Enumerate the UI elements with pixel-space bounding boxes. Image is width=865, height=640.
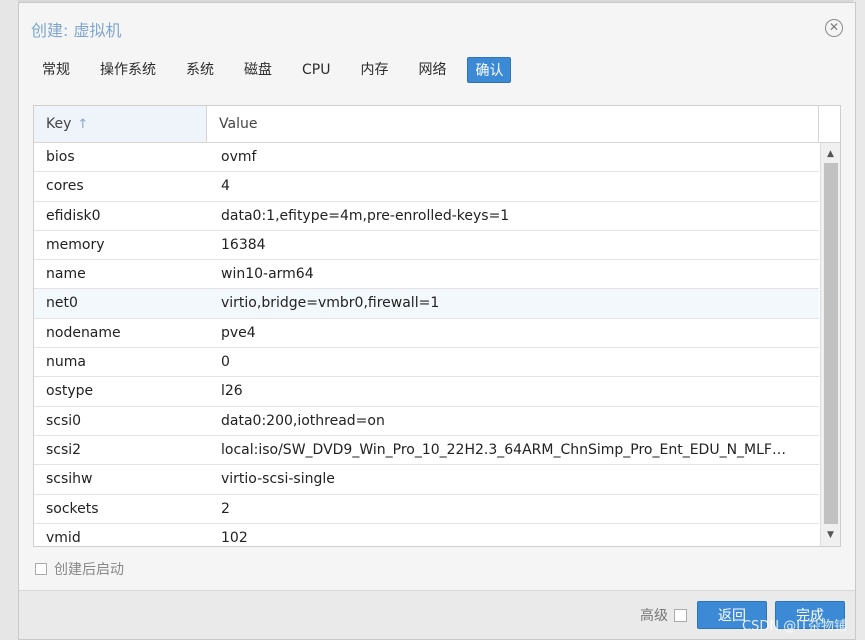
autostart-option[interactable]: 创建后启动	[35, 559, 124, 579]
table-row[interactable]: numa 0	[34, 348, 819, 378]
create-vm-dialog: 创建: 虚拟机 ✕ 常规 操作系统 系统 磁盘 CPU 内存 网络 确认 Key…	[18, 2, 856, 640]
row-value: ovmf	[221, 149, 257, 165]
row-key: scsi2	[46, 441, 82, 458]
wizard-tabs: 常规 操作系统 系统 磁盘 CPU 内存 网络 确认	[33, 57, 523, 83]
background-left	[0, 0, 18, 640]
tab-os[interactable]: 操作系统	[91, 57, 165, 83]
table-row[interactable]: nodename pve4	[34, 319, 819, 349]
table-row[interactable]: scsi0 data0:200,iothread=on	[34, 407, 819, 436]
scroll-up-arrow-icon[interactable]: ▲	[821, 147, 840, 161]
tab-memory[interactable]: 内存	[351, 57, 397, 83]
row-value: 16384	[221, 236, 266, 253]
table-row[interactable]: scsihw virtio-scsi-single	[34, 465, 819, 495]
column-header-key[interactable]: Key ↑	[34, 106, 207, 142]
row-key: name	[46, 266, 86, 283]
tab-cpu[interactable]: CPU	[293, 57, 339, 83]
table-row[interactable]: sockets 2	[34, 495, 819, 524]
dialog-titlebar: 创建: 虚拟机 ✕	[19, 3, 855, 51]
scroll-down-arrow-icon[interactable]: ▼	[821, 528, 840, 542]
row-value: win10-arm64	[221, 266, 314, 283]
watermark: CSDN @IT杂物铺	[742, 619, 847, 634]
tab-network[interactable]: 网络	[409, 57, 455, 83]
table-row[interactable]: vmid 102	[34, 524, 819, 546]
row-key: efidisk0	[46, 207, 101, 224]
row-key: numa	[46, 354, 86, 371]
table-row[interactable]: ostype l26	[34, 377, 819, 407]
table-row[interactable]: memory 16384	[34, 231, 819, 261]
row-value: l26	[221, 383, 243, 400]
tab-disks[interactable]: 磁盘	[235, 57, 281, 83]
grid-scrollbar[interactable]: ▲ ▼	[820, 143, 840, 546]
row-value: 2	[221, 500, 230, 517]
advanced-label: 高级	[640, 608, 668, 624]
row-key: vmid	[46, 529, 81, 546]
grid-rows: bios ovmf cores 4 efidisk0 data0:1,efitype=…	[34, 143, 819, 546]
row-value: data0:1,efitype=4m,pre-enrolled-keys=1	[221, 207, 510, 224]
table-row[interactable]: name win10-arm64	[34, 260, 819, 290]
grid-header: Key ↑ Value	[34, 106, 840, 143]
table-row[interactable]: bios ovmf	[34, 143, 819, 173]
row-value: 0	[221, 354, 230, 371]
row-key: net0	[46, 295, 78, 312]
row-key: sockets	[46, 500, 99, 517]
column-header-key-label: Key	[46, 116, 72, 132]
row-value: pve4	[221, 324, 256, 341]
advanced-option[interactable]: 高级	[640, 605, 687, 625]
row-key: bios	[46, 149, 75, 165]
table-row[interactable]: net0 virtio,bridge=vmbr0,firewall=1	[34, 289, 819, 319]
row-value: virtio,bridge=vmbr0,firewall=1	[221, 295, 440, 312]
row-key: scsi0	[46, 412, 82, 429]
advanced-checkbox[interactable]	[674, 608, 687, 622]
autostart-label: 创建后启动	[54, 562, 124, 578]
row-key: memory	[46, 236, 105, 253]
row-value: data0:200,iothread=on	[221, 412, 385, 429]
row-value: 102	[221, 529, 248, 546]
tab-system[interactable]: 系统	[177, 57, 223, 83]
row-key: cores	[46, 178, 84, 195]
dialog-title: 创建: 虚拟机	[31, 21, 122, 40]
autostart-checkbox[interactable]	[35, 563, 47, 575]
table-row[interactable]: scsi2 local:iso/SW_DVD9_Win_Pro_10_22H2.3…	[34, 436, 819, 466]
column-header-value[interactable]: Value	[207, 106, 819, 142]
row-key: scsihw	[46, 471, 93, 488]
row-key: nodename	[46, 324, 121, 341]
row-key: ostype	[46, 383, 94, 400]
row-value: virtio-scsi-single	[221, 471, 335, 488]
summary-grid: Key ↑ Value bios ovmf cores 4 efidisk0 data0…	[33, 105, 841, 547]
row-value: 4	[221, 178, 230, 195]
tab-confirm[interactable]: 确认	[467, 57, 512, 83]
close-icon[interactable]: ✕	[825, 19, 843, 37]
scrollbar-thumb[interactable]	[824, 163, 838, 524]
table-row[interactable]: cores 4	[34, 172, 819, 202]
table-row[interactable]: efidisk0 data0:1,efitype=4m,pre-enrolled-…	[34, 202, 819, 231]
tab-general[interactable]: 常规	[33, 57, 79, 83]
dialog-footer: 高级 返回 完成	[19, 590, 855, 639]
sort-ascending-icon: ↑	[77, 117, 89, 132]
row-value: local:iso/SW_DVD9_Win_Pro_10_22H2.3_64AR…	[221, 441, 786, 458]
